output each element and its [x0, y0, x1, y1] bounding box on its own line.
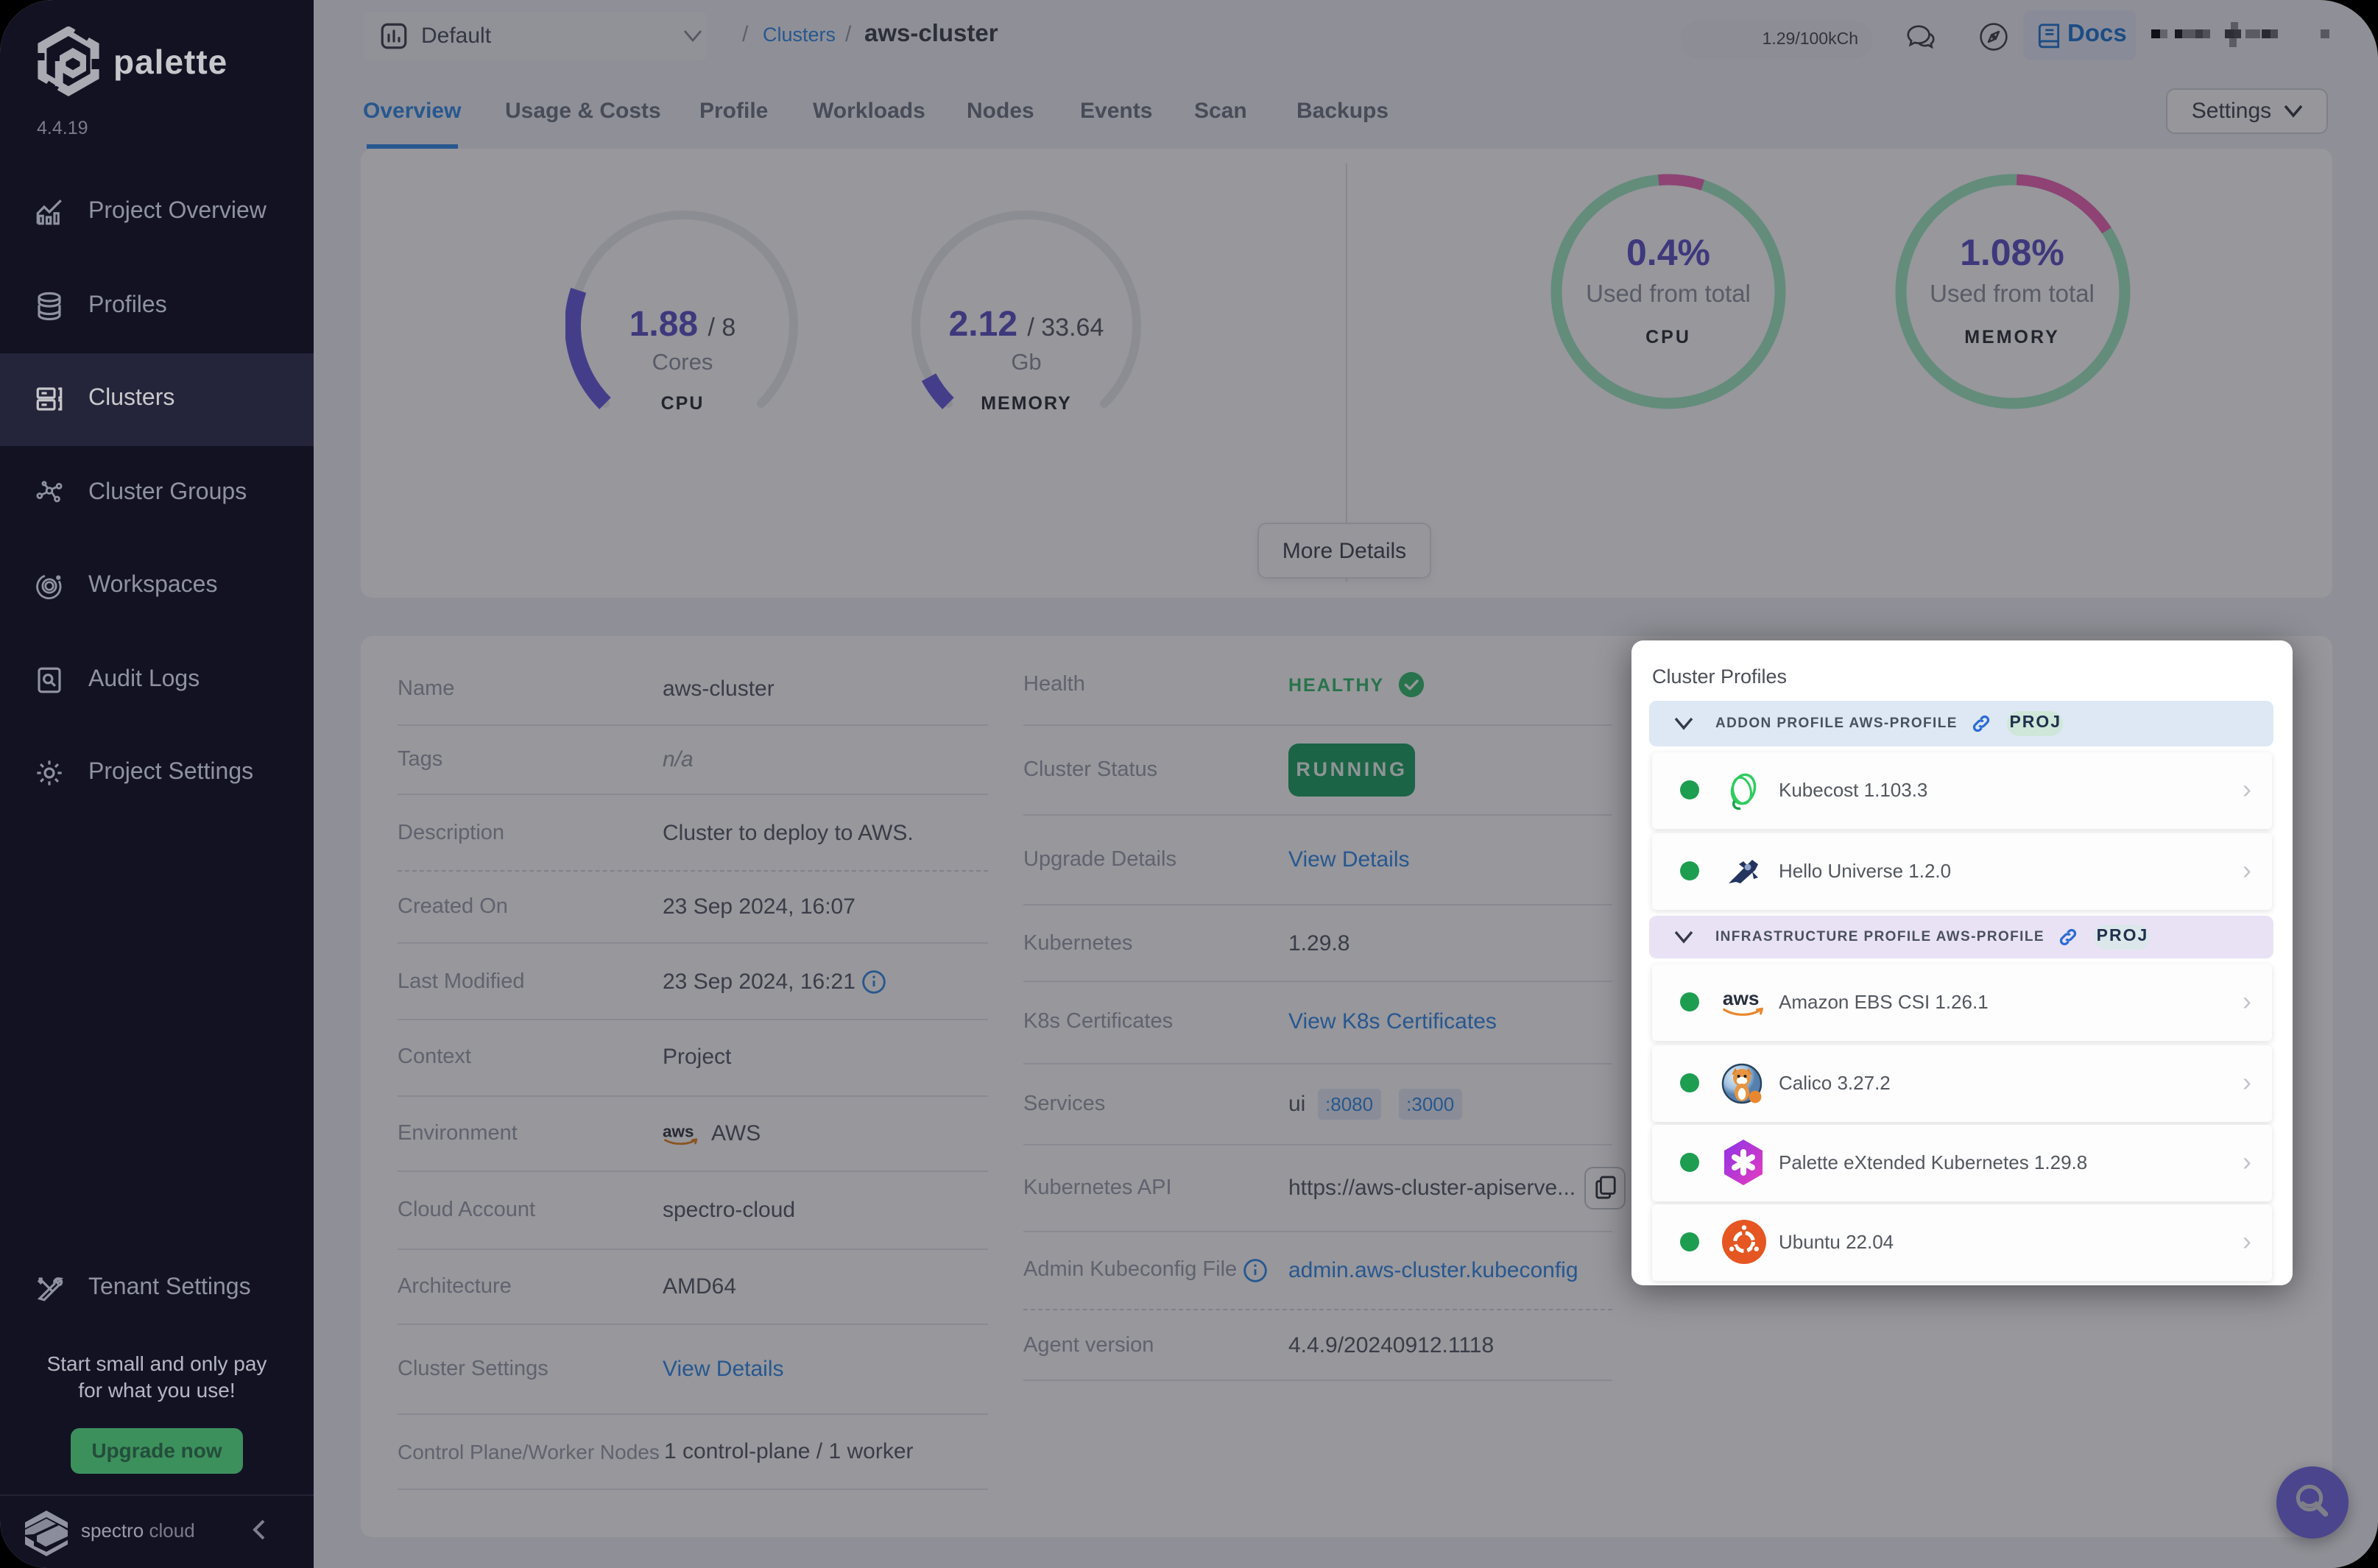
svg-text:aws: aws: [1723, 988, 1760, 1009]
